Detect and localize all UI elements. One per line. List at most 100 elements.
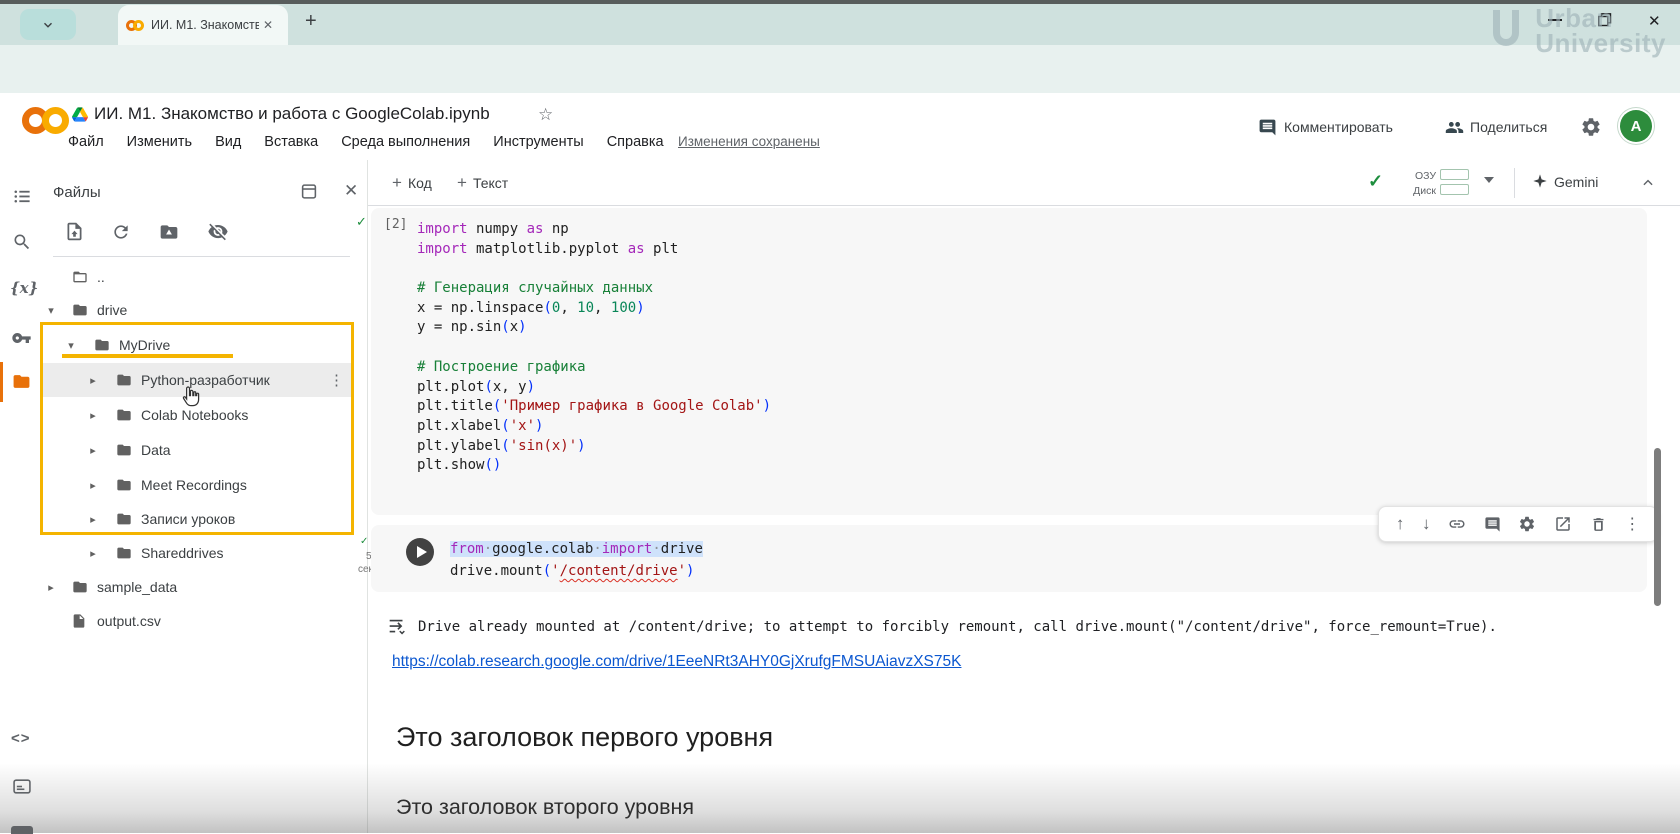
tab-search-button[interactable]	[20, 9, 76, 40]
tree-item-label: Data	[141, 442, 171, 458]
menu-вид[interactable]: Вид	[215, 134, 241, 150]
code-editor[interactable]: from·google.colab·import·drivedrive.moun…	[450, 538, 703, 582]
tab-close-icon[interactable]: ✕	[263, 18, 273, 32]
expand-arrow-icon[interactable]: ▸	[87, 547, 99, 560]
panel-divider	[53, 256, 350, 257]
expand-arrow-icon[interactable]: ▸	[45, 581, 57, 594]
comment-icon[interactable]	[1258, 118, 1277, 137]
resources-meter[interactable]: ОЗУ Диск	[1406, 166, 1469, 196]
menu-инструменты[interactable]: Инструменты	[493, 134, 583, 150]
upload-file-icon[interactable]	[64, 221, 85, 242]
code-editor[interactable]: import numpy as npimport matplotlib.pypl…	[417, 220, 771, 476]
delete-cell-icon[interactable]	[1590, 516, 1607, 533]
menu-вставка[interactable]: Вставка	[264, 134, 318, 150]
save-status[interactable]: Изменения сохранены	[678, 134, 820, 149]
add-text-button[interactable]: +Текст	[457, 173, 508, 193]
expand-arrow-icon[interactable]: ▸	[87, 409, 99, 422]
collapse-arrow-icon[interactable]: ▾	[65, 339, 77, 352]
hide-hidden-files-icon[interactable]	[207, 221, 229, 242]
expand-arrow-icon[interactable]: ▸	[87, 444, 99, 457]
more-cell-actions-icon[interactable]: ⋮	[1624, 514, 1640, 534]
files-panel-title: Файлы	[53, 184, 101, 201]
close-panel-icon[interactable]: ✕	[344, 181, 358, 201]
table-of-contents-icon[interactable]	[12, 187, 33, 206]
search-icon[interactable]	[12, 232, 32, 252]
add-code-button[interactable]: +Код	[392, 173, 432, 193]
code-line: # Генерация случайных данных	[417, 279, 771, 299]
star-notebook-icon[interactable]: ☆	[538, 105, 553, 125]
browser-tab[interactable]: ИИ. М1. Знакомство и работа ✕	[118, 5, 288, 45]
files-panel: Файлы ✕ ..▾drive▾MyDrive▸Python-разработ…	[45, 160, 368, 833]
cell-settings-gear-icon[interactable]	[1518, 515, 1536, 533]
folder-icon	[71, 579, 89, 595]
refresh-files-icon[interactable]	[111, 222, 131, 242]
expand-arrow-icon[interactable]: ▸	[87, 374, 99, 387]
code-cell-1[interactable]: [2] import numpy as npimport matplotlib.…	[371, 208, 1647, 515]
variables-icon[interactable]: {x}	[10, 279, 38, 297]
output-indicator-icon[interactable]	[386, 616, 408, 638]
move-cell-down-icon[interactable]: ↓	[1422, 514, 1431, 534]
close-window-icon[interactable]: ✕	[1648, 12, 1661, 30]
share-button[interactable]: Поделиться	[1470, 119, 1547, 135]
collapse-arrow-icon[interactable]: ▾	[45, 304, 57, 317]
markdown-h2: Это заголовок второго уровня	[396, 795, 694, 820]
colab-header: ИИ. М1. Знакомство и работа с GoogleCola…	[0, 93, 1680, 160]
tree-item-output.csv[interactable]: output.csv	[40, 604, 354, 638]
tree-item-Shareddrives[interactable]: ▸Shareddrives	[40, 536, 354, 570]
code-line: drive.mount('/content/drive')	[450, 560, 703, 582]
tree-item-label: Записи уроков	[141, 511, 235, 527]
connected-check-icon: ✓	[1368, 171, 1383, 192]
share-people-icon[interactable]	[1444, 118, 1465, 137]
add-comment-icon[interactable]	[1484, 516, 1501, 533]
browser-tab-bar: ИИ. М1. Знакомство и работа ✕ + ✕	[0, 0, 1680, 45]
expand-arrow-icon[interactable]: ▸	[87, 479, 99, 492]
restore-icon[interactable]	[1598, 13, 1612, 27]
mount-drive-icon[interactable]	[158, 222, 180, 242]
notebook-title[interactable]: ИИ. М1. Знакомство и работа с GoogleCola…	[94, 104, 490, 124]
menu-файл[interactable]: Файл	[68, 134, 104, 150]
settings-gear-icon[interactable]	[1580, 116, 1602, 138]
mirror-cell-icon[interactable]	[1554, 515, 1572, 533]
gemini-sparkle-icon	[1532, 173, 1548, 189]
tree-item-drive[interactable]: ▾drive	[40, 293, 354, 327]
new-tab-button[interactable]: +	[305, 10, 317, 33]
resources-dropdown-icon[interactable]	[1484, 177, 1494, 183]
secrets-key-icon[interactable]	[10, 328, 33, 348]
link-to-cell-icon[interactable]	[1448, 515, 1466, 533]
collapse-header-icon[interactable]	[1640, 176, 1656, 190]
tree-item-Записи-уроков[interactable]: ▸ Записи уроков	[40, 502, 354, 536]
notebook-scrollbar[interactable]	[1654, 448, 1661, 606]
run-cell-button[interactable]	[406, 538, 434, 566]
tree-item-sample_data[interactable]: ▸sample_data	[40, 570, 354, 604]
folder-icon	[115, 477, 133, 493]
comment-button[interactable]: Комментировать	[1284, 119, 1393, 135]
cell2-success-check-icon: ✓	[360, 536, 368, 547]
move-cell-up-icon[interactable]: ↑	[1396, 514, 1405, 534]
code-line: plt.ylabel('sin(x)')	[417, 437, 771, 457]
terminal-icon[interactable]	[11, 777, 33, 796]
files-folder-icon[interactable]	[11, 372, 32, 391]
tree-item-Meet-Recordings[interactable]: ▸Meet Recordings	[40, 468, 354, 502]
colab-favicon-icon	[126, 20, 144, 31]
gemini-button[interactable]: Gemini	[1554, 174, 1598, 190]
expand-arrow-icon[interactable]: ▸	[87, 513, 99, 526]
colab-logo-icon[interactable]	[22, 107, 69, 139]
tree-item-..[interactable]: ..	[40, 260, 354, 294]
code-line	[417, 259, 771, 279]
cell-toolbar: ↑ ↓ ⋮	[1378, 506, 1658, 542]
execution-count[interactable]: [2]	[384, 217, 407, 232]
folder-icon	[115, 442, 133, 458]
disk-bar	[1440, 184, 1469, 195]
file-icon	[71, 613, 87, 629]
menu-среда-выполнения[interactable]: Среда выполнения	[341, 134, 470, 150]
minimize-icon[interactable]	[1548, 19, 1562, 21]
menu-изменить[interactable]: Изменить	[127, 134, 192, 150]
account-avatar[interactable]: A	[1620, 110, 1652, 142]
open-in-pane-icon[interactable]	[300, 183, 318, 200]
tree-item-Data[interactable]: ▸ Data	[40, 433, 354, 467]
item-menu-kebab-icon[interactable]: ⋮	[329, 371, 344, 389]
markdown-link[interactable]: https://colab.research.google.com/drive/…	[392, 653, 961, 671]
menu-справка[interactable]: Справка	[607, 134, 664, 150]
code-snippets-icon[interactable]: <>	[11, 730, 31, 747]
code-line: import numpy as np	[417, 220, 771, 240]
